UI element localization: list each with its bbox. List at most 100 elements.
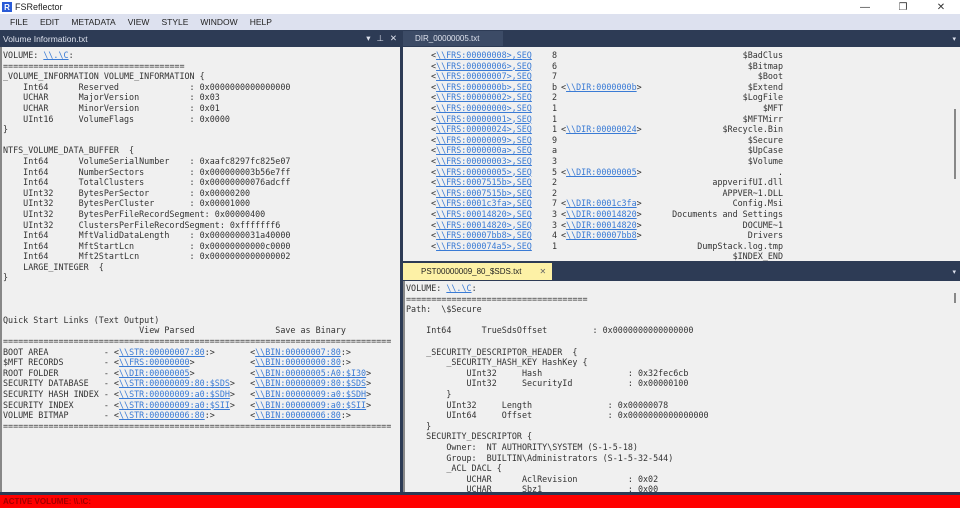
file-name: Config.Msi xyxy=(732,198,783,209)
menu-help[interactable]: HELP xyxy=(244,17,278,27)
dir-entry-row: <\\FRS:00014820>,SEQ 3 <\\DIR:00014820> DOC… xyxy=(431,219,783,230)
menu-view[interactable]: VIEW xyxy=(122,17,156,27)
frs-link[interactable]: \\FRS:0007515b>,SEQ xyxy=(436,177,532,187)
path-link[interactable]: \\BIN:00000009:a0:$SII xyxy=(255,400,366,410)
pane-dropdown-icon[interactable]: ▾ xyxy=(366,33,370,44)
text-segment: > < xyxy=(189,367,256,378)
text-segment: NTFS_VOLUME_DATA_BUFFER { xyxy=(3,145,135,156)
frs-link[interactable]: \\FRS:0001c3fa>,SEQ xyxy=(436,198,532,208)
path-link[interactable]: \\STR:00000009:a0:$SDH xyxy=(119,389,230,399)
frs-link[interactable]: \\FRS:00000002>,SEQ xyxy=(436,92,532,102)
frs-link[interactable]: \\FRS:00000007>,SEQ xyxy=(436,71,532,81)
path-link[interactable]: \\DIR:00000005 xyxy=(119,368,190,378)
pane-close-icon[interactable]: ✕ xyxy=(390,33,397,44)
frs-link[interactable]: \\FRS:00000001>,SEQ xyxy=(436,114,532,124)
menu-style[interactable]: STYLE xyxy=(155,17,194,27)
text-segment: > xyxy=(366,378,372,389)
file-name: $Recycle.Bin xyxy=(722,124,783,135)
menu-edit[interactable]: EDIT xyxy=(34,17,65,27)
path-link[interactable]: \\.\C xyxy=(43,50,68,60)
text-segment: UInt64 Offset : 0x0000000000000000 xyxy=(406,410,709,421)
text-segment: SECURITY HASH INDEX - < xyxy=(3,389,119,399)
tab-dropdown-icon[interactable]: ▾ xyxy=(952,268,956,276)
text-line: Quick Start Links (Text Output) xyxy=(3,315,400,326)
path-link[interactable]: \\STR:00000009:a0:$SII xyxy=(119,400,230,410)
text-line: Int64 NumberSectors : 0x000000003b56e7ff xyxy=(3,167,400,178)
frs-link[interactable]: \\FRS:00000008>,SEQ xyxy=(436,50,532,60)
text-segment: > xyxy=(366,389,372,399)
text-line: SECURITY HASH INDEX - <\\STR:00000009:a0… xyxy=(3,389,400,400)
dir-entry-row: $INDEX_END xyxy=(403,251,960,261)
frs-link[interactable]: \\FRS:0000000b>,SEQ xyxy=(436,82,532,92)
frs-link[interactable]: \\FRS:00000003>,SEQ xyxy=(436,156,532,166)
minimize-button[interactable]: — xyxy=(846,0,884,14)
path-link[interactable]: \\BIN:00000009:a0:$SDH xyxy=(255,389,366,399)
path-link[interactable]: \\STR:00000009:80:$SDS xyxy=(119,378,230,388)
dir-link[interactable]: \\DIR:0000000b xyxy=(566,82,637,92)
path-link[interactable]: \\.\C xyxy=(446,283,471,293)
close-window-button[interactable]: ✕ xyxy=(922,0,960,14)
dir-link[interactable]: \\DIR:00000024 xyxy=(566,124,637,134)
sds-scrollbar-thumb[interactable] xyxy=(954,293,956,303)
path-link[interactable]: \\BIN:00000009:80:$SDS xyxy=(255,378,366,388)
menu-file[interactable]: FILE xyxy=(4,17,34,27)
text-line: BOOT AREA - <\\STR:00000007:80:> <\\BIN:… xyxy=(3,347,400,358)
text-segment: UInt32 SecurityId : 0x00000100 xyxy=(406,378,689,389)
path-link[interactable]: \\BIN:00000005:A0:$I30 xyxy=(255,368,366,378)
tab-dropdown-icon[interactable]: ▾ xyxy=(952,35,956,43)
path-link[interactable]: \\STR:00000007:80 xyxy=(119,347,205,357)
path-link[interactable]: \\BIN:00000007:80 xyxy=(255,347,341,357)
frs-link[interactable]: \\FRS:00014820>,SEQ xyxy=(436,220,532,230)
dir-link[interactable]: \\DIR:00000005 xyxy=(566,167,637,177)
path-link[interactable]: \\FRS:00000000 xyxy=(119,357,190,367)
frs-link[interactable]: \\FRS:00000024>,SEQ xyxy=(436,124,532,134)
file-name: $MFTMirr xyxy=(742,113,783,124)
dir-scrollbar-thumb[interactable] xyxy=(954,109,956,179)
text-line: Int64 MftStartLcn : 0x00000000000c0000 xyxy=(3,241,400,252)
text-segment: VOLUME: xyxy=(406,283,447,293)
frs-link[interactable]: \\FRS:00014820>,SEQ xyxy=(436,209,532,219)
seq-number: 1 xyxy=(552,113,558,124)
text-segment: View Parsed Save as Binary xyxy=(3,325,346,336)
dir-link[interactable]: \\DIR:00014820 xyxy=(566,220,637,230)
frs-link[interactable]: \\FRS:000074a5>,SEQ xyxy=(436,241,532,251)
dir-entry-row: <\\FRS:00000007>,SEQ 7 $Boot xyxy=(431,71,783,82)
frs-link[interactable]: \\FRS:0007515b>,SEQ xyxy=(436,188,532,198)
tab-close-icon[interactable]: ✕ xyxy=(540,267,547,276)
tab-dir-00000005[interactable]: DIR_00000005.txt xyxy=(403,31,503,46)
text-line: UInt64 Offset : 0x0000000000000000 xyxy=(406,410,960,421)
seq-number: 1 xyxy=(552,124,558,135)
menu-bar: FILE EDIT METADATA VIEW STYLE WINDOW HEL… xyxy=(0,14,960,30)
frs-link[interactable]: \\FRS:00000000>,SEQ xyxy=(436,103,532,113)
sds-content: VOLUME: \\.\C: ==========================… xyxy=(403,281,960,492)
text-line xyxy=(3,283,400,294)
text-line: ROOT FOLDER - <\\DIR:00000005> <\\BIN:00… xyxy=(3,368,400,379)
text-line: UCHAR Sbz1 : 0x00 xyxy=(406,484,960,492)
text-segment: Group: BUILTIN\Administrators (S-1-5-32-… xyxy=(406,452,674,463)
restore-button[interactable]: ❐ xyxy=(884,0,922,14)
text-line: SECURITY DATABASE - <\\STR:00000009:80:$… xyxy=(3,378,400,389)
text-line: SECURITY_DESCRIPTOR { xyxy=(406,431,960,442)
frs-link[interactable]: \\FRS:0000000a>,SEQ xyxy=(436,145,532,155)
pin-icon[interactable]: ⊥ xyxy=(376,33,383,44)
frs-link[interactable]: \\FRS:00000006>,SEQ xyxy=(436,61,532,71)
menu-window[interactable]: WINDOW xyxy=(194,17,243,27)
path-link[interactable]: \\STR:00000006:80 xyxy=(119,410,205,420)
path-link[interactable]: \\BIN:00000000:80 xyxy=(255,357,341,367)
text-segment: :> xyxy=(340,346,351,357)
menu-metadata[interactable]: METADATA xyxy=(65,17,121,27)
dir-link[interactable]: \\DIR:00007bb8 xyxy=(566,230,637,240)
dir-entry-row: <\\FRS:00000008>,SEQ 8 $BadClus xyxy=(431,50,783,60)
text-segment: $MFT RECORDS - < xyxy=(3,357,119,368)
tab-sds[interactable]: PST00000009_80_$SDS.txt ✕ xyxy=(403,263,553,280)
frs-link[interactable]: \\FRS:00000005>,SEQ xyxy=(436,167,532,177)
dir-link[interactable]: \\DIR:0001c3fa xyxy=(566,198,637,208)
text-line: UInt32 Hash : 0x32fec6cb xyxy=(406,368,960,379)
text-line: ========================================… xyxy=(3,421,400,432)
path-link[interactable]: \\BIN:00000006:80 xyxy=(255,410,341,420)
frs-link[interactable]: \\FRS:00007bb8>,SEQ xyxy=(436,230,532,240)
text-segment: } xyxy=(406,388,452,399)
dir-link[interactable]: \\DIR:00014820 xyxy=(566,209,637,219)
text-line: LARGE_INTEGER { xyxy=(3,262,400,273)
frs-link[interactable]: \\FRS:00000009>,SEQ xyxy=(436,135,532,145)
